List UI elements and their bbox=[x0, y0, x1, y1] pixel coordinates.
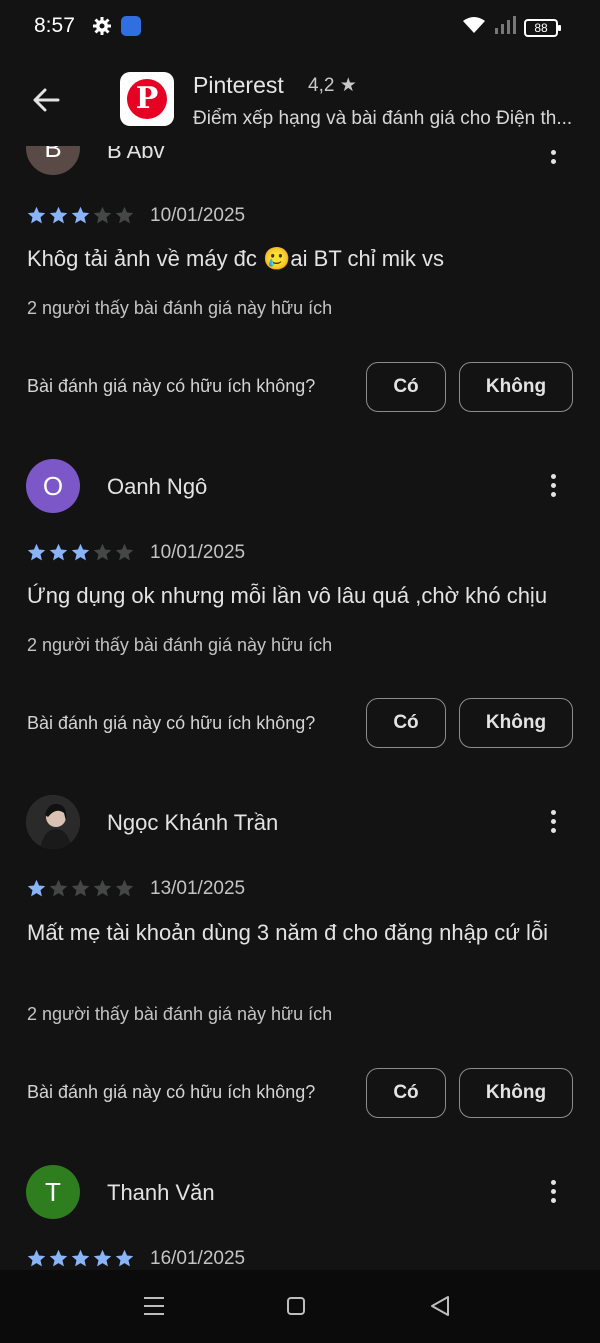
profile-photo-icon bbox=[26, 795, 80, 849]
star-filled-icon bbox=[27, 1249, 46, 1267]
avatar bbox=[26, 795, 80, 849]
settings-gear-icon bbox=[92, 16, 112, 41]
star-filled-icon bbox=[49, 1249, 68, 1267]
app-name: Pinterest bbox=[193, 72, 284, 98]
battery-icon: 88 bbox=[524, 18, 561, 37]
helpful-count: 2 người thấy bài đánh giá này hữu ích bbox=[27, 635, 333, 655]
star-rating bbox=[26, 878, 135, 899]
system-nav-bar bbox=[0, 1270, 600, 1343]
reviewer-name: Thanh Văn bbox=[107, 1180, 215, 1205]
more-options-icon[interactable] bbox=[540, 806, 566, 840]
helpful-yes-button[interactable]: Có bbox=[366, 1068, 446, 1118]
star-filled-icon bbox=[93, 1249, 112, 1267]
page-subtitle: Điểm xếp hạng và bài đánh giá cho Điện t… bbox=[193, 108, 573, 129]
star-empty-icon bbox=[115, 879, 134, 897]
review-text: Khôg tải ảnh về máy đc 🥲ai BT chỉ mik vs bbox=[27, 246, 445, 271]
star-filled-icon bbox=[115, 1249, 134, 1267]
helpful-question: Bài đánh giá này có hữu ích không? bbox=[27, 713, 316, 733]
nav-back-icon[interactable] bbox=[429, 1295, 451, 1322]
star-filled-icon bbox=[27, 543, 46, 561]
review-date: 16/01/2025 bbox=[150, 1248, 246, 1269]
star-empty-icon bbox=[115, 206, 134, 224]
avatar: T bbox=[26, 1165, 80, 1219]
status-bar: 8:57 88 bbox=[0, 0, 600, 52]
star-empty-icon bbox=[49, 879, 68, 897]
status-time: 8:57 bbox=[34, 14, 75, 37]
signal-icon bbox=[494, 16, 516, 39]
pinterest-logo-icon: P bbox=[120, 72, 174, 126]
star-empty-icon bbox=[93, 879, 112, 897]
reviewer-name: Oanh Ngô bbox=[107, 474, 208, 499]
star-empty-icon bbox=[115, 543, 134, 561]
app-rating: 4,2 ★ bbox=[308, 75, 357, 96]
helpful-yes-button[interactable]: Có bbox=[366, 698, 446, 748]
more-options-icon[interactable] bbox=[540, 1176, 566, 1210]
star-empty-icon bbox=[93, 206, 112, 224]
back-arrow-icon[interactable] bbox=[26, 80, 66, 120]
star-rating bbox=[26, 1248, 135, 1269]
review-text: Ứng dụng ok nhưng mỗi lần vô lâu quá ,ch… bbox=[27, 583, 548, 608]
review-date: 10/01/2025 bbox=[150, 542, 246, 563]
star-filled-icon bbox=[71, 1249, 90, 1267]
helpful-question: Bài đánh giá này có hữu ích không? bbox=[27, 376, 316, 396]
helpful-question: Bài đánh giá này có hữu ích không? bbox=[27, 1082, 316, 1102]
star-filled-icon bbox=[27, 879, 46, 897]
star-rating bbox=[26, 542, 135, 563]
helpful-no-button[interactable]: Không bbox=[459, 1068, 573, 1118]
status-icons: 88 bbox=[462, 16, 561, 39]
helpful-no-button[interactable]: Không bbox=[459, 362, 573, 412]
star-filled-icon bbox=[49, 543, 68, 561]
recent-apps-icon[interactable] bbox=[143, 1296, 165, 1321]
helpful-no-button[interactable]: Không bbox=[459, 698, 573, 748]
star-empty-icon bbox=[71, 879, 90, 897]
app-header: P Pinterest 4,2 ★ Điểm xếp hạng và bài đ… bbox=[0, 52, 600, 146]
helpful-yes-button[interactable]: Có bbox=[366, 362, 446, 412]
star-filled-icon bbox=[27, 206, 46, 224]
review-text: Mất mẹ tài khoản dùng 3 năm đ cho đăng n… bbox=[27, 920, 549, 945]
helpful-count: 2 người thấy bài đánh giá này hữu ích bbox=[27, 298, 333, 318]
star-filled-icon bbox=[71, 543, 90, 561]
wifi-icon bbox=[462, 16, 486, 39]
star-filled-icon bbox=[71, 206, 90, 224]
helpful-count: 2 người thấy bài đánh giá này hữu ích bbox=[27, 1004, 333, 1024]
star-rating bbox=[26, 205, 135, 226]
avatar: O bbox=[26, 459, 80, 513]
home-icon[interactable] bbox=[287, 1297, 305, 1315]
star-empty-icon bbox=[93, 543, 112, 561]
hotspot-icon bbox=[121, 16, 141, 36]
reviewer-name: Ngọc Khánh Trần bbox=[107, 810, 279, 835]
review-date: 10/01/2025 bbox=[150, 205, 246, 226]
star-filled-icon bbox=[49, 206, 68, 224]
review-date: 13/01/2025 bbox=[150, 878, 246, 899]
more-options-icon[interactable] bbox=[540, 470, 566, 504]
